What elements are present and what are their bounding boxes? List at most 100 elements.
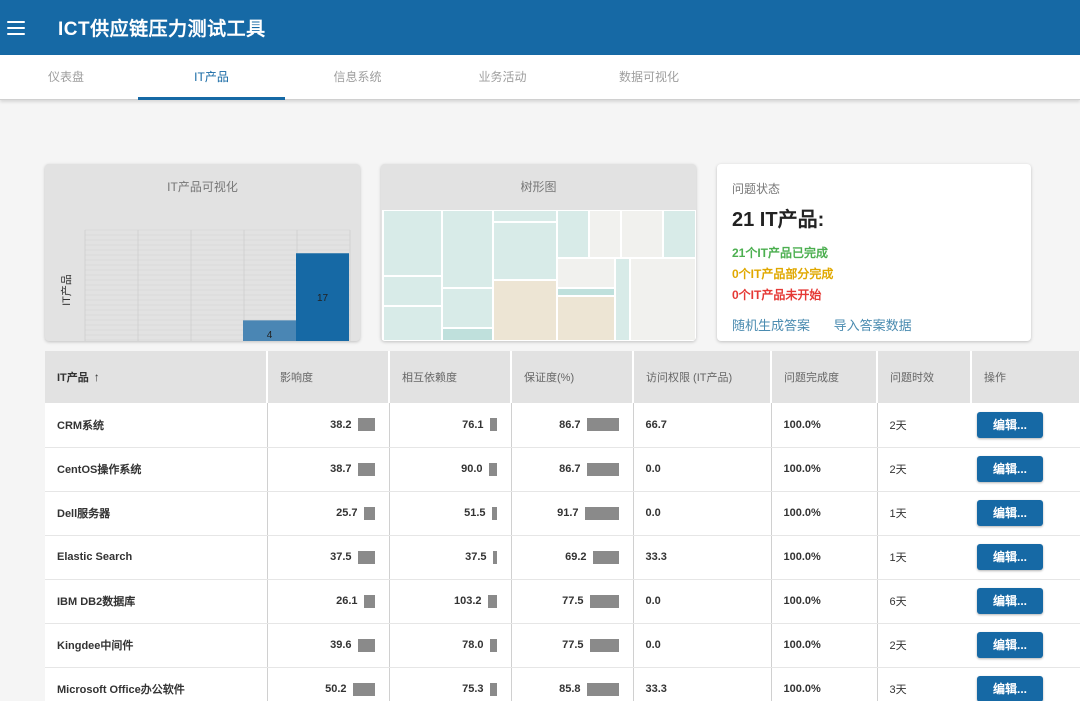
edit-button[interactable]: 编辑...	[977, 456, 1043, 482]
edit-button[interactable]: 编辑...	[977, 676, 1043, 701]
cell-assurance: 86.7	[510, 447, 633, 492]
assurance-value: 86.7	[559, 418, 581, 431]
import-answers-link[interactable]: 导入答案数据	[834, 318, 912, 333]
interdependence-bar	[491, 506, 497, 520]
active-tab-indicator	[138, 97, 285, 100]
cell-completion: 100.0%	[770, 667, 877, 701]
impact-value: 50.2	[325, 683, 347, 695]
header-impact[interactable]: 影响度	[267, 351, 390, 403]
cell-assurance: 77.5	[510, 579, 633, 624]
cell-interdependence: 103.2	[388, 579, 511, 624]
cell-access-rights: 33.3	[632, 667, 771, 701]
edit-button[interactable]: 编辑...	[977, 544, 1043, 570]
cell-actions: 编辑...	[971, 491, 1080, 536]
table-row: CentOS操作系统 38.7 90.0 86.7 0.0 100.0% 2天 编辑...	[45, 447, 1080, 492]
cell-access-rights: 33.3	[632, 535, 771, 580]
cell-product-name: Dell服务器	[45, 491, 267, 536]
impact-bar	[363, 594, 375, 608]
treemap-tile	[492, 210, 558, 223]
cell-impact: 38.7	[266, 447, 389, 492]
impact-bar	[357, 638, 375, 652]
treemap-tile	[629, 257, 696, 341]
assurance-value: 69.2	[565, 551, 587, 563]
cell-actions: 编辑...	[971, 579, 1080, 624]
header-completion[interactable]: 问题完成度	[771, 351, 878, 403]
chart-y-axis-label: IT产品	[59, 274, 73, 306]
treemap-tile	[492, 221, 558, 281]
edit-button[interactable]: 编辑...	[977, 500, 1043, 526]
chart-data-label: 4	[267, 330, 273, 341]
treemap-tile	[662, 210, 696, 259]
treemap-tile	[588, 210, 622, 259]
assurance-value: 91.7	[557, 507, 579, 519]
assurance-bar	[589, 638, 619, 652]
cell-timeliness: 3天	[876, 667, 971, 701]
header-it-product[interactable]: IT产品 ↑	[45, 351, 268, 403]
header-interdependence[interactable]: 相互依赖度	[389, 351, 512, 403]
cell-interdependence: 76.1	[388, 403, 511, 448]
chart-data-label: 17	[317, 293, 329, 304]
cell-product-name: CRM系统	[45, 403, 267, 448]
interdependence-value: 51.5	[464, 507, 486, 519]
cell-completion: 100.0%	[770, 447, 877, 492]
cell-impact: 39.6	[266, 623, 389, 668]
random-answers-link[interactable]: 随机生成答案	[732, 318, 810, 333]
tab-info-systems[interactable]: 信息系统	[285, 55, 430, 100]
assurance-bar	[584, 506, 619, 520]
cell-timeliness: 1天	[876, 491, 971, 536]
impact-value: 38.2	[330, 418, 352, 431]
cell-product-name: Microsoft Office办公软件	[45, 667, 267, 701]
cell-impact: 26.1	[266, 579, 389, 624]
status-count: 21 IT产品:	[732, 209, 825, 231]
assurance-value: 77.5	[562, 595, 584, 607]
it-product-visualization-card[interactable]: IT产品可视化 IT产品 4 17	[45, 164, 360, 341]
cell-completion: 100.0%	[770, 491, 877, 536]
tab-dashboard[interactable]: 仪表盘	[0, 55, 132, 100]
tab-business-activities[interactable]: 业务活动	[430, 55, 575, 100]
cell-interdependence: 51.5	[388, 491, 511, 536]
table-header-row: IT产品 ↑ 影响度 相互依赖度 保证度(%) 访问权限 (IT产品) 问题完成度…	[45, 351, 1080, 403]
table-row: Elastic Search 37.5 37.5 69.2 33.3 100.0% 1天 编辑…	[45, 535, 1080, 580]
table-row: IBM DB2数据库 26.1 103.2 77.5 0.0 100.0% 6天 编辑...	[45, 579, 1080, 624]
table-row: Microsoft Office办公软件 50.2 75.3 85.8 33.3 100.…	[45, 667, 1080, 701]
app-bar: ICT供应链压力测试工具	[0, 0, 1080, 55]
cell-completion: 100.0%	[770, 579, 877, 624]
tab-it-products[interactable]: IT产品	[138, 55, 285, 100]
impact-value: 25.7	[336, 507, 358, 519]
edit-button[interactable]: 编辑...	[977, 411, 1043, 438]
cell-timeliness: 2天	[876, 403, 971, 448]
impact-bar	[357, 550, 375, 564]
cell-interdependence: 37.5	[388, 535, 511, 580]
impact-bar	[357, 418, 375, 432]
hamburger-menu-icon[interactable]	[7, 20, 25, 35]
app-title: ICT供应链压力测试工具	[58, 19, 266, 40]
interdependence-value: 90.0	[461, 463, 483, 475]
header-timeliness[interactable]: 问题时效	[877, 351, 972, 403]
header-assurance[interactable]: 保证度(%)	[511, 351, 634, 403]
treemap-tile	[382, 275, 443, 307]
treemap-card[interactable]: 树形图	[381, 164, 696, 341]
sort-ascending-icon[interactable]: ↑	[94, 370, 100, 384]
cell-timeliness: 6天	[876, 579, 971, 624]
cell-access-rights: 0.0	[632, 579, 771, 624]
edit-button[interactable]: 编辑...	[977, 588, 1043, 614]
viz-card-title: IT产品可视化	[45, 164, 360, 210]
tab-bar: 仪表盘 IT产品 信息系统 业务活动 数据可视化	[0, 55, 1080, 100]
interdependence-value: 76.1	[462, 418, 484, 431]
cell-impact: 50.2	[266, 667, 389, 701]
treemap-tile	[556, 210, 590, 259]
tab-data-visualization[interactable]: 数据可视化	[575, 55, 723, 100]
impact-value: 38.7	[330, 463, 352, 475]
cell-assurance: 69.2	[510, 535, 633, 580]
assurance-value: 77.5	[562, 639, 584, 651]
interdependence-value: 103.2	[453, 595, 482, 607]
header-access-rights[interactable]: 访问权限 (IT产品)	[633, 351, 772, 403]
assurance-value: 85.8	[559, 683, 581, 695]
edit-button[interactable]: 编辑...	[977, 632, 1043, 658]
status-completed: 21个IT产品已完成	[732, 246, 829, 260]
treemap-tile	[620, 210, 664, 259]
impact-bar	[363, 506, 375, 520]
treemap-card-title: 树形图	[381, 164, 696, 210]
status-label: 问题状态	[732, 182, 781, 196]
cell-impact: 38.2	[266, 403, 389, 448]
